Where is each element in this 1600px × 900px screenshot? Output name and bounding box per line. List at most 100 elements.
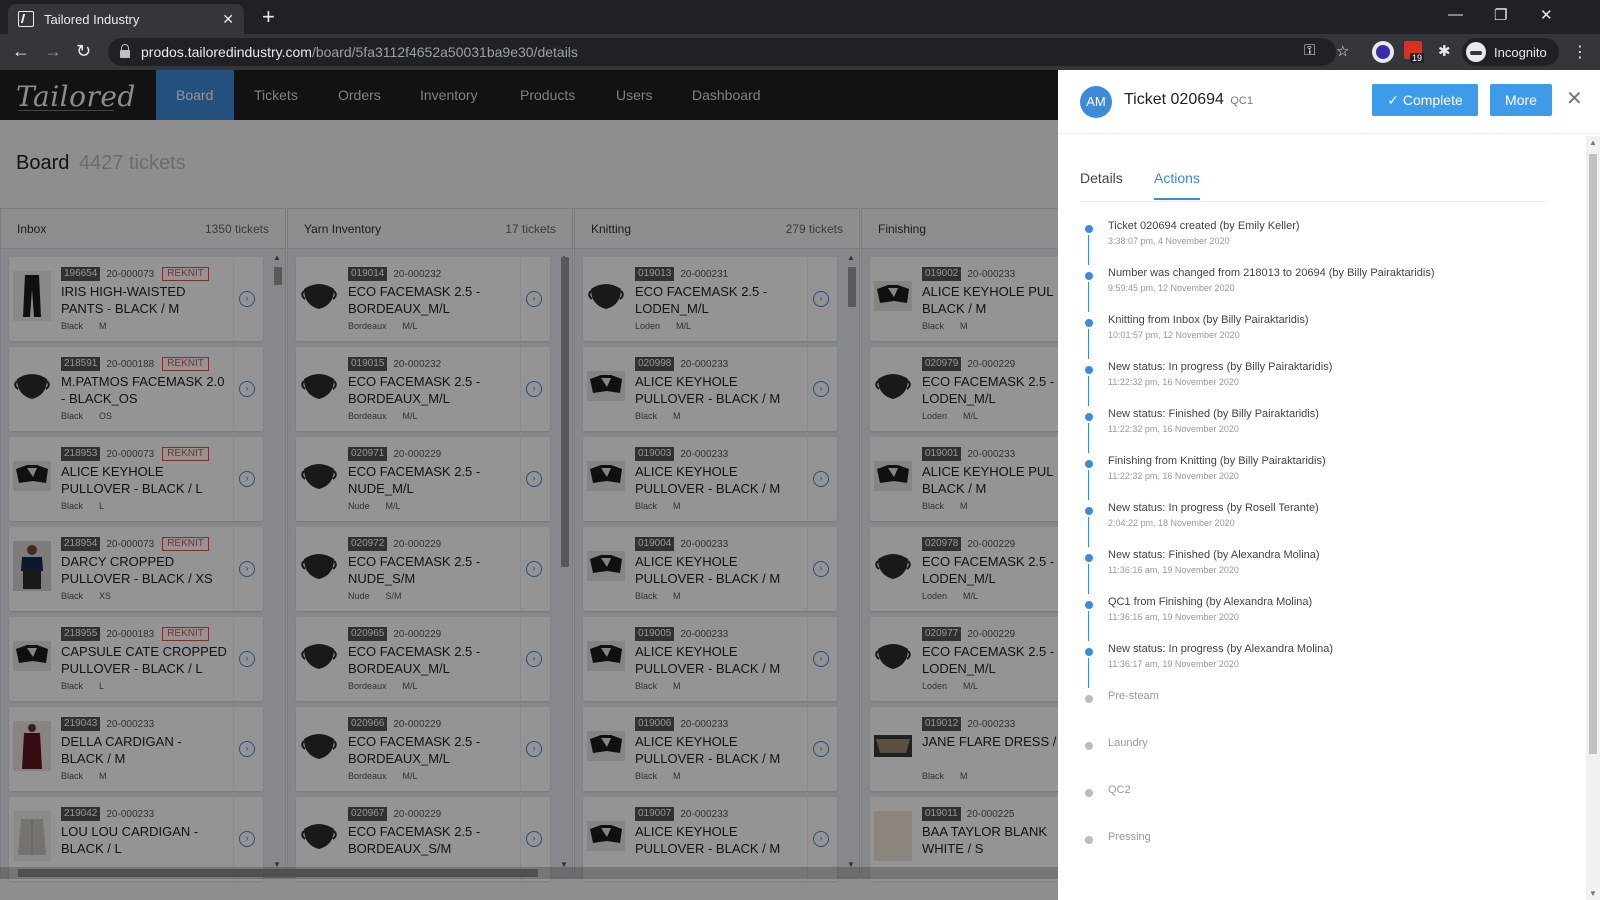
timeline-dot-icon [1085,836,1093,844]
timeline-entry: QC2 [1080,784,1546,831]
tab-close-icon[interactable]: ✕ [222,11,234,28]
timeline-text: Pre-steam [1108,690,1159,702]
extensions-puzzle-icon[interactable]: ✱ [1438,42,1451,60]
timeline-dot-icon [1085,742,1093,750]
timeline-text: Pressing [1108,831,1151,843]
url-path: /board/5fa3112f4652a50031ba9e30/details [311,44,578,60]
timeline-time: 11:36:16 am, 19 November 2020 [1108,565,1239,575]
timeline-dot-icon [1085,366,1093,374]
incognito-icon [1466,42,1486,62]
timeline-entry: Ticket 020694 created (by Emily Keller) 3… [1080,220,1546,267]
restore-icon[interactable]: ❐ [1494,6,1507,24]
timeline-time: 11:22:32 pm, 16 November 2020 [1108,377,1239,387]
timeline-dot-icon [1085,695,1093,703]
timeline-text: QC2 [1108,784,1131,796]
ticket-detail-panel: AM Ticket 020694 QC1 ✓ Complete More ✕ D… [1058,70,1600,900]
timeline-dot-icon [1085,225,1093,233]
timeline-connector [1088,517,1089,547]
bookmark-star-icon[interactable]: ☆ [1336,42,1349,60]
panel-scroll-thumb[interactable] [1589,154,1597,754]
page: Tailored Board Tickets Orders Inventory … [0,70,1600,900]
timeline-text: New status: In progress (by Rosell Teran… [1108,502,1319,514]
timeline-dot-icon [1085,272,1093,280]
back-icon[interactable]: ← [12,41,30,61]
timeline-connector [1088,282,1089,312]
timeline-dot-icon [1085,789,1093,797]
timeline-dot-icon [1085,648,1093,656]
panel-header: AM Ticket 020694 QC1 ✓ Complete More ✕ [1058,70,1600,134]
panel-scrollbar[interactable]: ▲ ▼ [1586,136,1600,900]
forward-icon[interactable]: → [44,41,62,61]
timeline-text: Knitting from Inbox (by Billy Pairaktari… [1108,314,1309,326]
timeline-dot-icon [1085,460,1093,468]
timeline-time: 11:22:32 pm, 16 November 2020 [1108,424,1239,434]
complete-button[interactable]: ✓ Complete [1372,84,1478,116]
timeline-entry: New status: Finished (by Billy Pairaktar… [1080,408,1546,455]
timeline-entry: New status: In progress (by Rosell Teran… [1080,502,1546,549]
ticket-title-text: Ticket 020694 [1124,91,1224,108]
more-button[interactable]: More [1490,84,1552,116]
timeline-time: 11:22:32 pm, 16 November 2020 [1108,471,1239,481]
address-bar[interactable]: prodos.tailoredindustry.com/board/5fa311… [108,38,1336,66]
timeline-dot-icon [1085,554,1093,562]
timeline-entry: New status: In progress (by Billy Pairak… [1080,361,1546,408]
browser-tab[interactable]: Tailored Industry ✕ [8,4,244,34]
timeline-entry: Number was changed from 218013 to 20694 … [1080,267,1546,314]
timeline-text: Number was changed from 218013 to 20694 … [1108,267,1435,279]
extension-circle-icon[interactable] [1372,41,1394,63]
timeline-text: New status: In progress (by Billy Pairak… [1108,361,1333,373]
timeline-text: New status: Finished (by Alexandra Molin… [1108,549,1320,561]
timeline-time: 10:01:57 pm, 12 November 2020 [1108,330,1240,340]
timeline-time: 11:36:16 am, 19 November 2020 [1108,612,1239,622]
timeline-text: QC1 from Finishing (by Alexandra Molina) [1108,596,1313,608]
timeline-entry: New status: Finished (by Alexandra Molin… [1080,549,1546,596]
key-icon[interactable]: ⚿ [1304,42,1315,59]
timeline-dot-icon [1085,319,1093,327]
browser-tabstrip: Tailored Industry ✕ + — ❐ ✕ [0,0,1600,34]
scroll-up-icon[interactable]: ▲ [1589,138,1597,147]
modal-overlay[interactable] [0,70,1058,900]
timeline-entry: QC1 from Finishing (by Alexandra Molina)… [1080,596,1546,643]
calendar-badge: 19 [1410,53,1425,63]
timeline-entry: Laundry [1080,737,1546,784]
timeline-time: 11:36:17 am, 19 November 2020 [1108,659,1239,669]
timeline-entry: Knitting from Inbox (by Billy Pairaktari… [1080,314,1546,361]
timeline-dot-icon [1085,601,1093,609]
timeline-connector [1088,235,1089,265]
timeline-connector [1088,423,1089,453]
board-area: Tailored Board Tickets Orders Inventory … [0,70,1147,900]
scroll-down-icon[interactable]: ▼ [1589,889,1597,898]
timeline-entry: New status: In progress (by Alexandra Mo… [1080,643,1546,690]
timeline-time: 3:38:07 pm, 4 November 2020 [1108,236,1230,246]
timeline-connector [1088,658,1089,688]
reload-icon[interactable]: ↻ [76,41,91,61]
tab-actions[interactable]: Actions [1154,170,1200,200]
timeline-connector [1088,611,1089,641]
minimize-icon[interactable]: — [1448,6,1463,23]
url-host: prodos.tailoredindustry.com [141,44,312,60]
new-tab-icon[interactable]: + [262,6,275,28]
timeline-connector [1088,470,1089,500]
timeline-connector [1088,564,1089,594]
browser-menu-icon[interactable]: ⋮ [1572,42,1588,62]
close-icon[interactable]: ✕ [1566,88,1583,110]
timeline-text: Laundry [1108,737,1148,749]
incognito-profile-button[interactable]: Incognito [1462,38,1559,66]
site-favicon-icon [18,11,34,27]
panel-tabs: Details Actions [1080,164,1546,202]
ticket-stage: QC1 [1230,95,1253,107]
timeline-connector [1088,376,1089,406]
tab-title: Tailored Industry [44,11,140,27]
timeline-text: Finishing from Knitting (by Billy Pairak… [1108,455,1326,467]
tab-details[interactable]: Details [1080,170,1123,198]
window-close-icon[interactable]: ✕ [1540,6,1553,24]
profile-label: Incognito [1494,44,1547,60]
timeline-dot-icon [1085,413,1093,421]
browser-toolbar: ← → ↻ prodos.tailoredindustry.com/board/… [0,34,1600,70]
timeline-entry: Finishing from Knitting (by Billy Pairak… [1080,455,1546,502]
timeline-entry: Pressing [1080,831,1546,878]
timeline-text: Ticket 020694 created (by Emily Keller) [1108,220,1300,232]
ticket-title: Ticket 020694 QC1 [1124,91,1253,109]
timeline-entry: Pre-steam [1080,690,1546,737]
timeline-text: New status: In progress (by Alexandra Mo… [1108,643,1333,655]
